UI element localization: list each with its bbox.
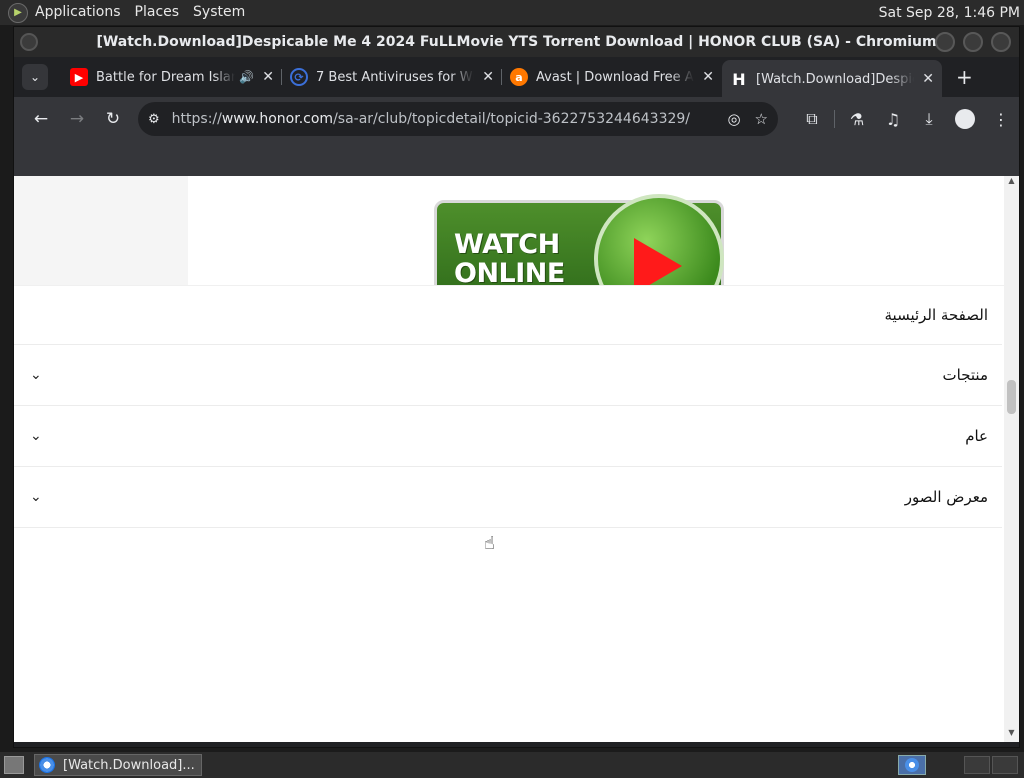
tab-search-button[interactable]: ⌄ bbox=[22, 64, 48, 90]
places-menu[interactable]: Places bbox=[128, 0, 187, 25]
chromium-icon bbox=[39, 757, 55, 773]
close-tab-icon[interactable]: ✕ bbox=[482, 69, 494, 85]
taskbar-window-title: [Watch.Download]... bbox=[63, 757, 195, 773]
workspace-switcher[interactable] bbox=[964, 756, 1018, 774]
reload-button[interactable]: ↻ bbox=[96, 102, 130, 136]
download-icon[interactable]: ⤓ bbox=[911, 109, 947, 129]
distro-logo-icon[interactable]: ▶ bbox=[8, 2, 28, 23]
toolbar-divider bbox=[834, 110, 835, 128]
web-page: WATCH ONLINE الصفحة الرئيسية ⌄ منتجات ⌄ … bbox=[14, 176, 1004, 742]
new-tab-button[interactable]: + bbox=[956, 65, 973, 89]
bookmark-star-icon[interactable]: ☆ bbox=[755, 110, 768, 128]
audio-playing-icon[interactable]: 🔊 bbox=[239, 70, 254, 84]
clock[interactable]: Sat Sep 28, 1:46 PM bbox=[879, 5, 1024, 21]
top-panel: ▶ Applications Places System Sat Sep 28,… bbox=[0, 0, 1024, 25]
nav-item-label: معرض الصور bbox=[904, 488, 988, 506]
tab-title: [Watch.Download]Despicable Me 4 bbox=[756, 71, 914, 87]
tray-chromium-icon[interactable] bbox=[898, 755, 926, 775]
close-tab-icon[interactable]: ✕ bbox=[922, 71, 934, 87]
forward-button[interactable]: → bbox=[60, 102, 94, 136]
tab-avast[interactable]: a Avast | Download Free Antivirus ✕ bbox=[502, 60, 722, 94]
tab-strip: ⌄ ▶ Battle for Dream Island 🔊 ✕ ⟳ 7 Best… bbox=[14, 57, 1019, 98]
applications-menu[interactable]: Applications bbox=[28, 0, 128, 25]
tab-battle-for-dream-island[interactable]: ▶ Battle for Dream Island 🔊 ✕ bbox=[62, 60, 282, 94]
back-button[interactable]: ← bbox=[24, 102, 58, 136]
bookmark-bar bbox=[14, 141, 1019, 176]
scrollbar-thumb[interactable] bbox=[1007, 380, 1016, 414]
chevron-down-icon[interactable]: ⌄ bbox=[30, 489, 50, 505]
scroll-down-icon[interactable]: ▼ bbox=[1004, 728, 1019, 742]
address-bar[interactable]: ⚙ https://www.honor.com/sa-ar/club/topic… bbox=[138, 102, 778, 136]
tab-title: 7 Best Antiviruses for Windows bbox=[316, 69, 474, 85]
chrome-menu-icon[interactable]: ⋮ bbox=[983, 110, 1019, 129]
workspace-2[interactable] bbox=[992, 756, 1018, 774]
nav-item-gallery[interactable]: ⌄ معرض الصور bbox=[14, 467, 1002, 528]
nav-item-home[interactable]: الصفحة الرئيسية bbox=[14, 285, 1002, 345]
nav-item-label: الصفحة الرئيسية bbox=[884, 305, 989, 324]
tab-best-antiviruses[interactable]: ⟳ 7 Best Antiviruses for Windows ✕ bbox=[282, 60, 502, 94]
media-control-icon[interactable]: ♫ bbox=[875, 110, 911, 129]
bottom-taskbar: [Watch.Download]... bbox=[0, 752, 1024, 778]
youtube-icon: ▶ bbox=[70, 68, 88, 86]
nav-item-label: عام bbox=[965, 427, 988, 445]
hand-cursor-icon: ☝ bbox=[484, 533, 495, 554]
scroll-up-icon[interactable]: ▲ bbox=[1004, 176, 1019, 190]
browser-window: [Watch.Download]Despicable Me 4 2024 FuL… bbox=[13, 26, 1020, 748]
maximize-button[interactable] bbox=[963, 32, 983, 52]
tab-title: Battle for Dream Island bbox=[96, 69, 236, 85]
workspace-1[interactable] bbox=[964, 756, 990, 774]
minimize-button[interactable] bbox=[935, 32, 955, 52]
watch-online-banner[interactable]: WATCH ONLINE bbox=[434, 190, 734, 285]
site-info-icon[interactable]: ⚙ bbox=[148, 112, 160, 127]
nav-item-products[interactable]: ⌄ منتجات bbox=[14, 345, 1002, 406]
show-desktop-icon[interactable] bbox=[4, 756, 24, 774]
banner-text: WATCH ONLINE bbox=[454, 229, 565, 285]
header-placeholder bbox=[14, 176, 188, 285]
chevron-down-icon[interactable]: ⌄ bbox=[30, 367, 50, 383]
profile-avatar-icon[interactable] bbox=[955, 109, 975, 129]
window-titlebar[interactable]: [Watch.Download]Despicable Me 4 2024 FuL… bbox=[14, 27, 1019, 57]
page-scrollbar[interactable]: ▲ ▼ bbox=[1004, 176, 1019, 742]
close-tab-icon[interactable]: ✕ bbox=[262, 69, 274, 85]
extensions-icon[interactable]: ⧉ bbox=[794, 109, 830, 129]
nav-item-label: منتجات bbox=[942, 366, 988, 384]
antivirus-site-icon: ⟳ bbox=[290, 68, 308, 86]
mobile-nav-list: الصفحة الرئيسية ⌄ منتجات ⌄ عام ⌄ معرض ال… bbox=[14, 285, 1002, 528]
close-window-button[interactable] bbox=[991, 32, 1011, 52]
chevron-down-icon[interactable]: ⌄ bbox=[30, 428, 50, 444]
honor-icon: H bbox=[732, 69, 746, 89]
close-tab-icon[interactable]: ✕ bbox=[702, 69, 714, 85]
play-icon bbox=[634, 238, 682, 285]
avast-icon: a bbox=[510, 68, 528, 86]
tab-honor-club-active[interactable]: H [Watch.Download]Despicable Me 4 ✕ bbox=[722, 60, 942, 98]
taskbar-chromium-window[interactable]: [Watch.Download]... bbox=[34, 754, 202, 776]
window-title: [Watch.Download]Despicable Me 4 2024 FuL… bbox=[96, 34, 937, 50]
browser-toolbar: ← → ↻ ⚙ https://www.honor.com/sa-ar/club… bbox=[14, 97, 1019, 141]
url-text[interactable]: https://www.honor.com/sa-ar/club/topicde… bbox=[172, 111, 714, 127]
tracking-protection-eye-icon[interactable]: ◎ bbox=[727, 110, 740, 128]
nav-item-general[interactable]: ⌄ عام bbox=[14, 406, 1002, 467]
window-menu-icon[interactable] bbox=[20, 33, 38, 51]
system-menu[interactable]: System bbox=[186, 0, 252, 25]
tab-title: Avast | Download Free Antivirus bbox=[536, 69, 694, 85]
labs-flask-icon[interactable]: ⚗ bbox=[839, 110, 875, 129]
